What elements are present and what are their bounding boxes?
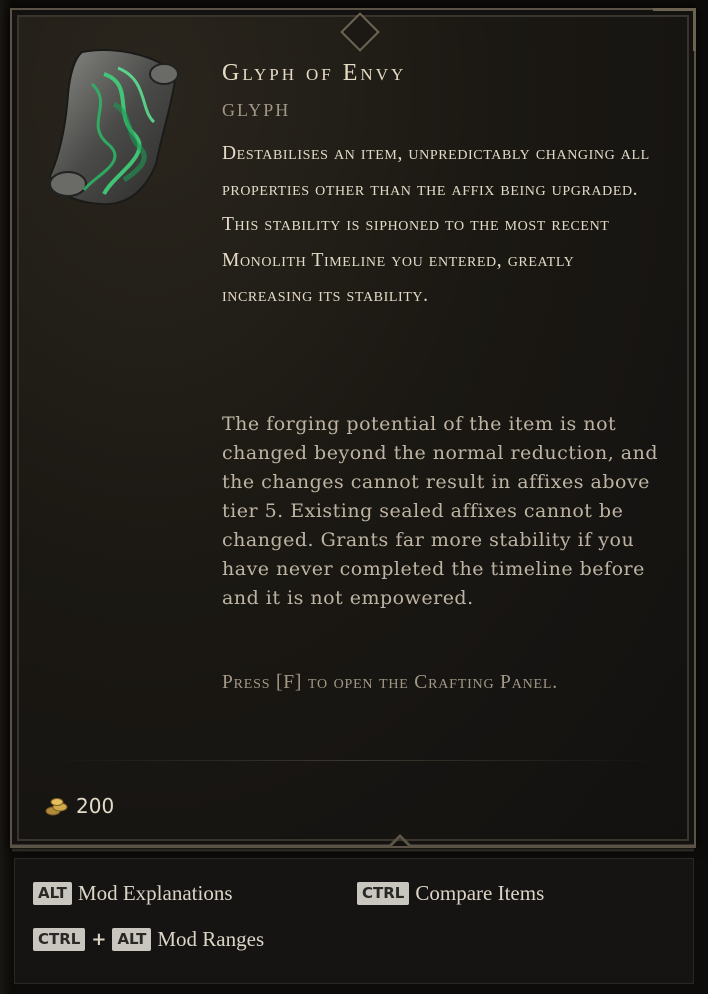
- item-tooltip: Glyph of Envy GLYPH Destabilises an item…: [10, 8, 696, 848]
- keybind-footer: ALT Mod Explanations CTRL Compare Items …: [14, 858, 694, 984]
- divider: [42, 760, 662, 761]
- hint-label: Mod Explanations: [77, 881, 233, 905]
- plus-sign: +: [91, 929, 107, 950]
- key-alt: ALT: [33, 882, 72, 905]
- corner-ornament: [653, 8, 696, 51]
- item-details: The forging potential of the item is not…: [222, 413, 659, 609]
- item-type: GLYPH: [222, 100, 291, 120]
- scroll-glyph-icon: [48, 49, 179, 206]
- key-ctrl: CTRL: [357, 882, 410, 905]
- hint-mod-ranges: CTRL + ALT Mod Ranges: [33, 927, 264, 952]
- item-price: 200: [44, 794, 114, 818]
- item-name: Glyph of Envy: [222, 60, 407, 86]
- hint-label: Mod Ranges: [157, 927, 265, 951]
- key-alt: ALT: [112, 928, 152, 951]
- item-description: Destabilises an item, unpredictably chan…: [222, 143, 650, 306]
- bottom-frame-ornament: [12, 833, 694, 852]
- crafting-panel-hint: Press [F] to open the Crafting Panel.: [222, 672, 558, 693]
- price-value: 200: [76, 794, 115, 818]
- gold-coin-icon: [45, 798, 68, 816]
- top-ornament: [340, 12, 380, 52]
- key-ctrl: CTRL: [33, 928, 86, 951]
- hint-mod-explanations: ALT Mod Explanations: [33, 881, 233, 906]
- hint-label: Compare Items: [415, 881, 545, 905]
- hint-compare-items: CTRL Compare Items: [357, 881, 544, 906]
